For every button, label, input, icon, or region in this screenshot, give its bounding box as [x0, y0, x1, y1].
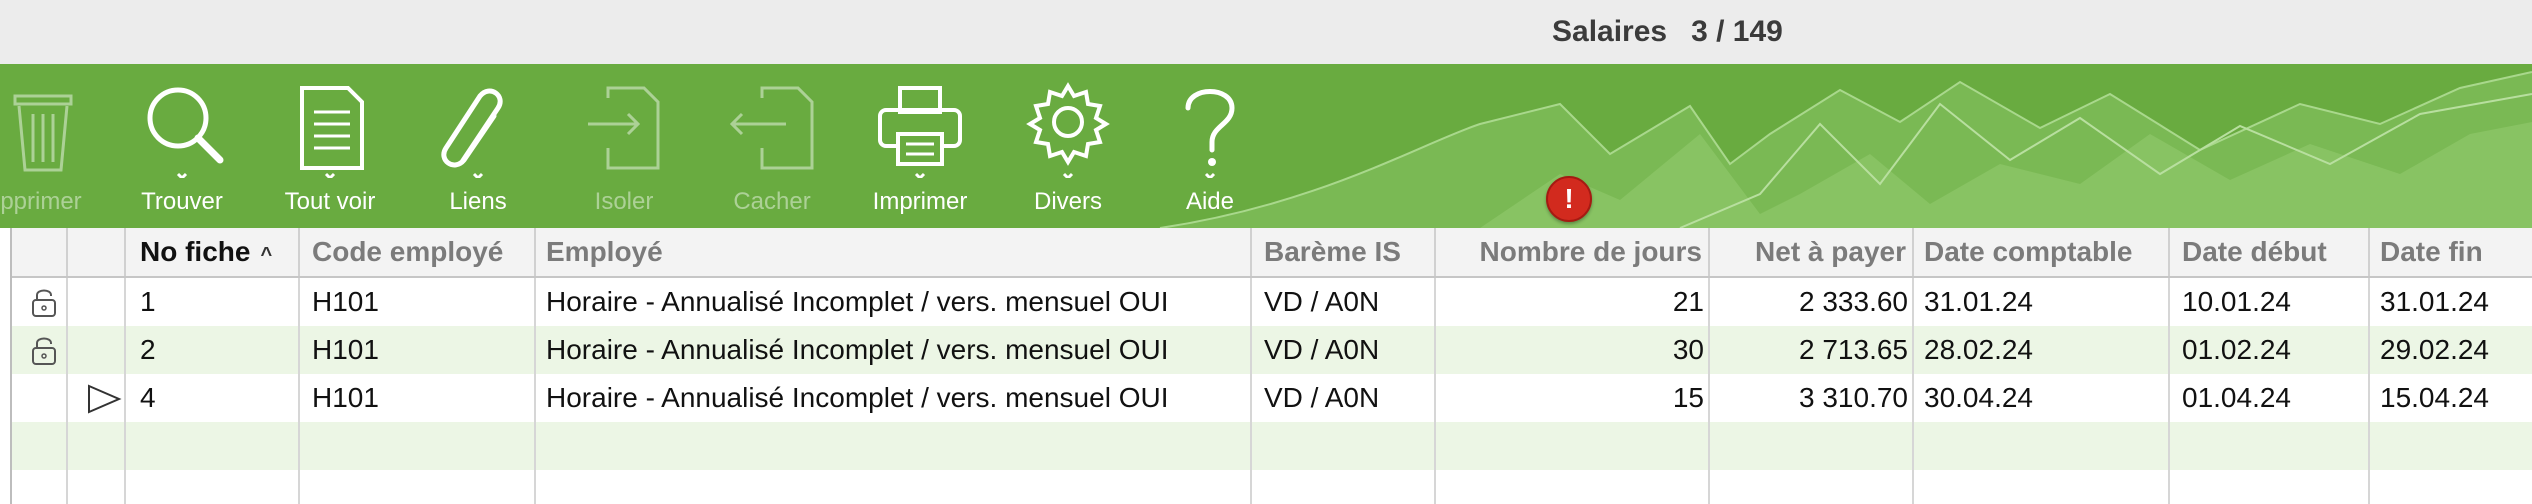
cell-no-fiche: 2: [126, 326, 300, 374]
table-row[interactable]: 4 H101 Horaire - Annualisé Incomplet / v…: [12, 374, 2532, 422]
empty-table-row: [12, 470, 2532, 504]
cell-employe: Horaire - Annualisé Incomplet / vers. me…: [536, 374, 1252, 422]
trash-icon: [13, 94, 73, 172]
misc-label: Divers: [1033, 188, 1102, 215]
cell-code-employe: H101: [300, 374, 536, 422]
header-no-fiche[interactable]: No fiche ^: [126, 228, 300, 276]
document-arrow-in-icon: [588, 86, 660, 170]
header-date-fin[interactable]: Date fin: [2370, 228, 2532, 276]
cell-no-fiche: 1: [126, 278, 300, 326]
cell-employe: Horaire - Annualisé Incomplet / vers. me…: [536, 326, 1252, 374]
find-button[interactable]: Trouver: [132, 64, 232, 228]
toolbar: pprimer Trouver Tout voir Liens Isoler C…: [0, 64, 2532, 228]
misc-button[interactable]: Divers: [1018, 64, 1118, 228]
lock-icon: [32, 289, 56, 317]
table-row[interactable]: 2 H101 Horaire - Annualisé Incomplet / v…: [12, 326, 2532, 374]
hide-label: Cacher: [733, 188, 811, 215]
help-button[interactable]: Aide: [1160, 64, 1260, 228]
print-button[interactable]: Imprimer: [870, 64, 970, 228]
cell-nombre-jours: 21: [1436, 278, 1710, 326]
records-table: No fiche ^ Code employé Employé Barème IS…: [10, 228, 2532, 504]
header-bareme-is[interactable]: Barème IS: [1252, 228, 1436, 276]
window-title: Salaires: [1552, 15, 1668, 48]
header-employe[interactable]: Employé: [536, 228, 1252, 276]
gear-icon: [1026, 82, 1110, 178]
cell-date-fin: 29.02.24: [2370, 326, 2532, 374]
cell-date-debut: 01.04.24: [2170, 374, 2370, 422]
hide-button[interactable]: Cacher: [722, 64, 822, 228]
cell-bareme-is: VD / A0N: [1252, 278, 1436, 326]
cell-date-comptable: 31.01.24: [1914, 278, 2170, 326]
header-nombre-jours[interactable]: Nombre de jours: [1436, 228, 1710, 276]
title-bar: Salaires 3 / 149: [0, 0, 2532, 65]
cell-date-debut: 10.01.24: [2170, 278, 2370, 326]
record-counter: 3 / 149: [1691, 15, 1783, 48]
cell-date-comptable: 30.04.24: [1914, 374, 2170, 422]
links-button[interactable]: Liens: [428, 64, 528, 228]
delete-label: pprimer: [0, 188, 82, 215]
delete-button[interactable]: pprimer: [0, 64, 96, 228]
paperclip-icon: [441, 88, 503, 178]
warning-icon[interactable]: !: [1546, 176, 1592, 222]
find-label: Trouver: [141, 188, 223, 215]
header-date-debut[interactable]: Date début: [2170, 228, 2370, 276]
cell-bareme-is: VD / A0N: [1252, 326, 1436, 374]
show-all-label: Tout voir: [284, 188, 376, 215]
isolate-button[interactable]: Isoler: [574, 64, 674, 228]
document-arrow-out-icon: [729, 86, 814, 170]
isolate-label: Isoler: [594, 188, 654, 215]
empty-table-row: [12, 422, 2532, 470]
header-code-employe[interactable]: Code employé: [300, 228, 536, 276]
cell-code-employe: H101: [300, 326, 536, 374]
cell-date-fin: 15.04.24: [2370, 374, 2532, 422]
cell-date-debut: 01.02.24: [2170, 326, 2370, 374]
lock-icon: [32, 337, 56, 365]
table-header: No fiche ^ Code employé Employé Barème IS…: [12, 228, 2532, 278]
printer-icon: [878, 86, 962, 178]
show-all-button[interactable]: Tout voir: [280, 64, 380, 228]
header-net-a-payer[interactable]: Net à payer: [1710, 228, 1914, 276]
sort-ascending-icon: ^: [260, 244, 273, 266]
document-list-icon: [300, 86, 364, 178]
header-marker-col: [68, 228, 126, 276]
cell-code-employe: H101: [300, 278, 536, 326]
cell-date-comptable: 28.02.24: [1914, 326, 2170, 374]
help-label: Aide: [1185, 188, 1235, 215]
cell-nombre-jours: 15: [1436, 374, 1710, 422]
cell-date-fin: 31.01.24: [2370, 278, 2532, 326]
cell-net-a-payer: 2 713.65: [1710, 326, 1914, 374]
cell-net-a-payer: 3 310.70: [1710, 374, 1914, 422]
cell-net-a-payer: 2 333.60: [1710, 278, 1914, 326]
magnifier-icon: [147, 87, 224, 178]
links-label: Liens: [449, 188, 507, 215]
window-title-group: Salaires 3 / 149: [1552, 12, 1783, 52]
cell-employe: Horaire - Annualisé Incomplet / vers. me…: [536, 278, 1252, 326]
current-row-icon: [88, 384, 122, 414]
cell-nombre-jours: 30: [1436, 326, 1710, 374]
print-label: Imprimer: [872, 188, 968, 215]
header-status-col: [12, 228, 68, 276]
table-row[interactable]: 1 H101 Horaire - Annualisé Incomplet / v…: [12, 278, 2532, 326]
cell-bareme-is: VD / A0N: [1252, 374, 1436, 422]
question-mark-icon: [1185, 89, 1235, 178]
header-date-comptable[interactable]: Date comptable: [1914, 228, 2170, 276]
cell-no-fiche: 4: [126, 374, 300, 422]
